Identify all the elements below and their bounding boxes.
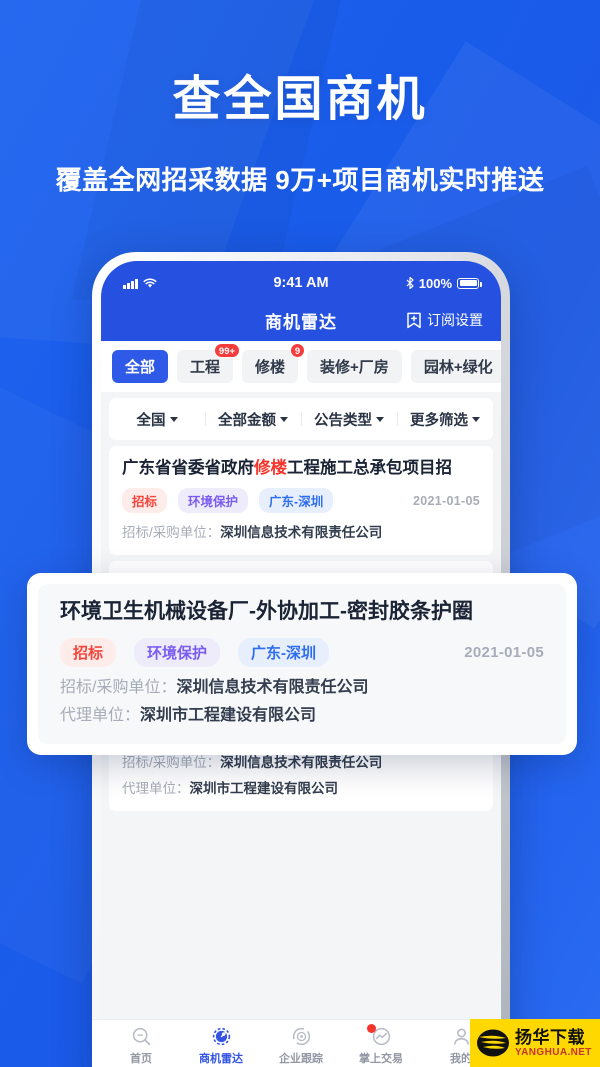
filter-dropdown[interactable]: 公告类型 xyxy=(301,409,397,430)
bookmark-plus-icon xyxy=(407,312,421,328)
bluetooth-icon xyxy=(406,277,414,289)
status-bar: 9:41 AM 100% xyxy=(101,261,501,299)
bottom-tab-bar[interactable]: 首页 商机雷达 企业跟踪 掌上交易 我的 xyxy=(92,1019,510,1067)
category-tab-badge: 9 xyxy=(290,343,306,358)
opportunity-tags: 招标 环境保护 广东-深圳 2021-01-05 xyxy=(122,488,480,513)
tab-radar[interactable]: 商机雷达 xyxy=(181,1025,261,1066)
filter-dropdown[interactable]: 全国 xyxy=(109,409,205,430)
tab-home-search[interactable]: 首页 xyxy=(101,1025,181,1066)
category-tab[interactable]: 园林+绿化 xyxy=(410,350,501,383)
agent-label: 代理单位： xyxy=(60,707,141,724)
status-badge: 招标 xyxy=(60,638,117,667)
category-tab-label: 园林+绿化 xyxy=(423,359,493,376)
yanghua-logo-icon xyxy=(477,1029,509,1057)
filter-label: 全部金额 xyxy=(218,412,276,429)
buyer-value: 深圳信息技术有限责任公司 xyxy=(176,679,369,696)
promo-headline: 查全国商机 xyxy=(172,73,428,126)
wifi-icon xyxy=(142,278,157,288)
category-tab-label: 工程 xyxy=(190,359,221,376)
buyer-label: 招标/采购单位： xyxy=(122,755,221,770)
buyer-row: 招标/采购单位：深圳信息技术有限责任公司 xyxy=(122,523,480,543)
tab-label: 首页 xyxy=(130,1052,152,1065)
promo-subheadline: 覆盖全网招采数据 9万+项目商机实时推送 xyxy=(55,165,545,195)
status-bar-time: 9:41 AM xyxy=(273,275,329,291)
user-icon xyxy=(451,1025,472,1048)
chevron-down-icon xyxy=(376,416,384,422)
highlighted-opportunity-card[interactable]: 环境卫生机械设备厂-外协加工-密封胶条护圈 招标 环境保护 广东-深圳 2021… xyxy=(27,573,577,755)
opportunity-card[interactable]: 广东省省委省政府修楼工程施工总承包项目招 招标 环境保护 广东-深圳 2021-01-0… xyxy=(109,446,493,555)
cellular-signal-icon xyxy=(123,278,138,289)
buyer-row: 招标/采购单位：深圳信息技术有限责任公司 xyxy=(122,753,480,773)
title-keyword-highlight: 修楼 xyxy=(254,459,287,477)
watermark-logo: 扬华下载 YANGHUA.NET xyxy=(470,1019,600,1067)
category-tab[interactable]: 工程 99+ xyxy=(177,343,241,383)
highlight-card-inner: 环境卫生机械设备厂-外协加工-密封胶条护圈 招标 环境保护 广东-深圳 2021… xyxy=(38,584,566,744)
notification-dot xyxy=(367,1023,376,1033)
category-badge: 环境保护 xyxy=(178,488,249,513)
highlight-agent-row: 代理单位：深圳市工程建设有限公司 xyxy=(60,706,544,726)
tab-label: 掌上交易 xyxy=(359,1052,403,1065)
region-badge: 广东-深圳 xyxy=(259,488,334,513)
agent-value: 深圳市工程建设有限公司 xyxy=(140,707,317,724)
buyer-label: 招标/采购单位： xyxy=(122,525,221,540)
tab-label: 我的 xyxy=(450,1052,472,1065)
battery-percent: 100% xyxy=(418,275,452,291)
filter-dropdown[interactable]: 全部金额 xyxy=(205,409,301,430)
publish-date: 2021-01-05 xyxy=(413,493,480,508)
publish-date: 2021-01-05 xyxy=(464,644,544,661)
region-badge: 广东-深圳 xyxy=(238,638,330,667)
category-tab-badge: 99+ xyxy=(213,343,241,358)
category-tab-label: 修楼 xyxy=(255,359,286,376)
category-tab-label: 装修+厂房 xyxy=(320,359,389,376)
buyer-label: 招标/采购单位： xyxy=(60,679,177,696)
filter-label: 公告类型 xyxy=(314,412,372,429)
filter-bar-wrapper: 全国 全部金额 公告类型 更多筛选 xyxy=(101,392,501,440)
tab-target[interactable]: 企业跟踪 xyxy=(261,1025,341,1066)
filter-label: 更多筛选 xyxy=(410,412,468,429)
category-tab[interactable]: 全部 xyxy=(112,350,169,383)
title-text-post: 工程施工总承包项目招 xyxy=(287,459,452,477)
tab-trade[interactable]: 掌上交易 xyxy=(341,1023,421,1066)
opportunity-title: 广东省省委省政府修楼工程施工总承包项目招 xyxy=(122,457,480,479)
buyer-value: 深圳信息技术有限责任公司 xyxy=(220,525,383,540)
target-icon xyxy=(291,1025,312,1048)
category-tab[interactable]: 装修+厂房 xyxy=(307,350,402,383)
highlight-card-title: 环境卫生机械设备厂-外协加工-密封胶条护圈 xyxy=(60,600,473,623)
chevron-down-icon xyxy=(280,416,288,422)
chevron-down-icon xyxy=(472,416,480,422)
category-tab[interactable]: 修楼 9 xyxy=(242,343,306,383)
app-nav-bar: 商机雷达 订阅设置 xyxy=(101,299,501,341)
agent-row: 代理单位：深圳市工程建设有限公司 xyxy=(122,779,480,799)
home-search-icon xyxy=(131,1025,152,1048)
highlight-card-tags: 招标 环境保护 广东-深圳 2021-01-05 xyxy=(60,638,544,667)
filter-label: 全国 xyxy=(136,412,166,429)
watermark-en-text: YANGHUA.NET xyxy=(515,1046,592,1058)
agent-label: 代理单位： xyxy=(122,781,190,796)
promo-screenshot: 查全国商机 覆盖全网招采数据 9万+项目商机实时推送 9:41 AM 100% … xyxy=(0,0,600,1067)
filter-dropdown[interactable]: 更多筛选 xyxy=(397,409,493,430)
title-text-pre: 广东省省委省政府 xyxy=(122,459,254,477)
category-badge: 环境保护 xyxy=(134,638,221,667)
chevron-down-icon xyxy=(169,416,178,422)
buyer-value: 深圳信息技术有限责任公司 xyxy=(220,755,383,770)
highlight-buyer-row: 招标/采购单位：深圳信息技术有限责任公司 xyxy=(60,678,544,698)
category-tab-label: 全部 xyxy=(125,359,156,376)
status-badge: 招标 xyxy=(122,488,168,513)
tab-label: 企业跟踪 xyxy=(279,1052,323,1065)
agent-value: 深圳市工程建设有限公司 xyxy=(189,781,339,796)
tab-label: 商机雷达 xyxy=(199,1052,243,1065)
subscription-settings-label: 订阅设置 xyxy=(427,312,483,328)
subscription-settings-button[interactable]: 订阅设置 xyxy=(406,310,483,330)
category-tab-strip[interactable]: 全部 工程 99+ 修楼 9 装修+厂房 园林+绿化 xyxy=(101,341,501,392)
battery-icon xyxy=(457,277,482,289)
filter-bar[interactable]: 全国 全部金额 公告类型 更多筛选 xyxy=(109,398,493,440)
watermark-cn-text: 扬华下载 xyxy=(515,1027,585,1047)
radar-icon xyxy=(211,1025,232,1048)
